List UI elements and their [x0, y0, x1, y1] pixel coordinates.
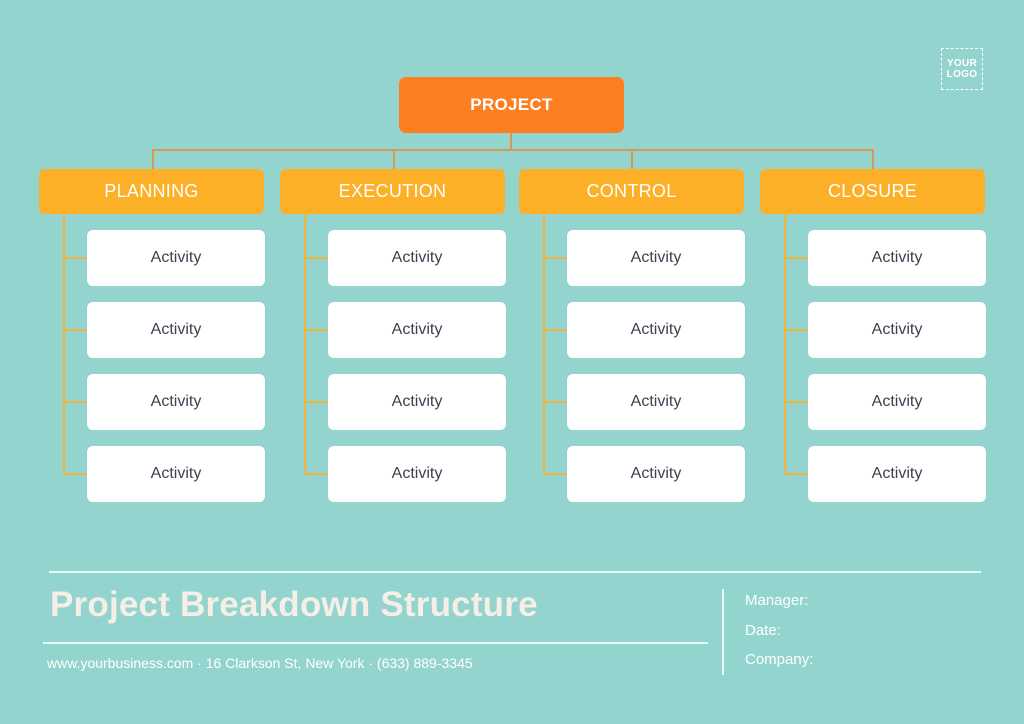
activity-branch-connector: [784, 401, 808, 403]
horizontal-connector: [152, 149, 873, 151]
root-node-label: PROJECT: [470, 95, 553, 114]
activity-label: Activity: [871, 249, 923, 266]
activity-branch-connector: [304, 329, 328, 331]
activity-node[interactable]: Activity: [87, 446, 265, 502]
activity-label: Activity: [150, 321, 202, 338]
activity-node[interactable]: Activity: [808, 446, 986, 502]
activity-trunk-connector: [63, 214, 65, 475]
activity-node[interactable]: Activity: [328, 230, 506, 286]
activity-label: Activity: [871, 321, 923, 338]
phase-node-closure[interactable]: CLOSURE: [760, 169, 985, 214]
activity-node[interactable]: Activity: [328, 446, 506, 502]
activity-label: Activity: [391, 249, 443, 266]
activity-label: Activity: [630, 465, 682, 482]
phase-label: CONTROL: [586, 181, 677, 201]
activity-label: Activity: [391, 393, 443, 410]
activity-branch-connector: [784, 257, 808, 259]
activity-branch-connector: [63, 401, 87, 403]
phase-node-control[interactable]: CONTROL: [519, 169, 744, 214]
date-field[interactable]: Date:: [745, 622, 781, 639]
activity-branch-connector: [63, 473, 87, 475]
activity-node[interactable]: Activity: [808, 302, 986, 358]
phase-connector-2: [393, 149, 395, 169]
activity-label: Activity: [150, 465, 202, 482]
footer-top-rule: [49, 571, 981, 573]
activity-node[interactable]: Activity: [87, 374, 265, 430]
activity-trunk-connector: [784, 214, 786, 475]
activity-node[interactable]: Activity: [87, 230, 265, 286]
activity-label: Activity: [630, 321, 682, 338]
activity-node[interactable]: Activity: [328, 302, 506, 358]
activity-branch-connector: [543, 329, 567, 331]
activity-trunk-connector: [543, 214, 545, 475]
activity-branch-connector: [304, 473, 328, 475]
activity-branch-connector: [543, 473, 567, 475]
activity-label: Activity: [391, 321, 443, 338]
activity-trunk-connector: [304, 214, 306, 475]
phase-label: CLOSURE: [827, 181, 918, 201]
footer-title-rule: [43, 642, 708, 644]
phase-node-planning[interactable]: PLANNING: [39, 169, 264, 214]
phase-connector-1: [152, 149, 154, 169]
logo-line-2: LOGO: [946, 69, 978, 80]
activity-label: Activity: [391, 465, 443, 482]
activity-node[interactable]: Activity: [567, 230, 745, 286]
activity-branch-connector: [543, 401, 567, 403]
activity-branch-connector: [304, 257, 328, 259]
activity-branch-connector: [784, 329, 808, 331]
logo-placeholder: YOUR LOGO: [941, 48, 983, 90]
root-node-project[interactable]: PROJECT: [399, 77, 624, 133]
activity-branch-connector: [543, 257, 567, 259]
activity-label: Activity: [871, 393, 923, 410]
document-title: Project Breakdown Structure: [50, 585, 538, 624]
activity-label: Activity: [150, 249, 202, 266]
activity-node[interactable]: Activity: [87, 302, 265, 358]
activity-branch-connector: [304, 401, 328, 403]
footer-divider: [722, 589, 724, 675]
phase-label: EXECUTION: [338, 181, 447, 201]
activity-node[interactable]: Activity: [567, 374, 745, 430]
activity-label: Activity: [871, 465, 923, 482]
root-connector: [510, 133, 512, 150]
activity-label: Activity: [630, 249, 682, 266]
phase-connector-4: [872, 149, 874, 169]
activity-branch-connector: [63, 329, 87, 331]
activity-node[interactable]: Activity: [567, 302, 745, 358]
phase-label: PLANNING: [104, 181, 199, 201]
activity-label: Activity: [150, 393, 202, 410]
activity-branch-connector: [63, 257, 87, 259]
manager-field[interactable]: Manager:: [745, 592, 808, 609]
company-field[interactable]: Company:: [745, 651, 813, 668]
phase-node-execution[interactable]: EXECUTION: [280, 169, 505, 214]
activity-node[interactable]: Activity: [328, 374, 506, 430]
phase-connector-3: [631, 149, 633, 169]
activity-label: Activity: [630, 393, 682, 410]
activity-node[interactable]: Activity: [808, 230, 986, 286]
activity-branch-connector: [784, 473, 808, 475]
contact-info: www.yourbusiness.com · 16 Clarkson St, N…: [47, 655, 473, 671]
activity-node[interactable]: Activity: [567, 446, 745, 502]
activity-node[interactable]: Activity: [808, 374, 986, 430]
logo-line-1: YOUR: [946, 58, 978, 69]
